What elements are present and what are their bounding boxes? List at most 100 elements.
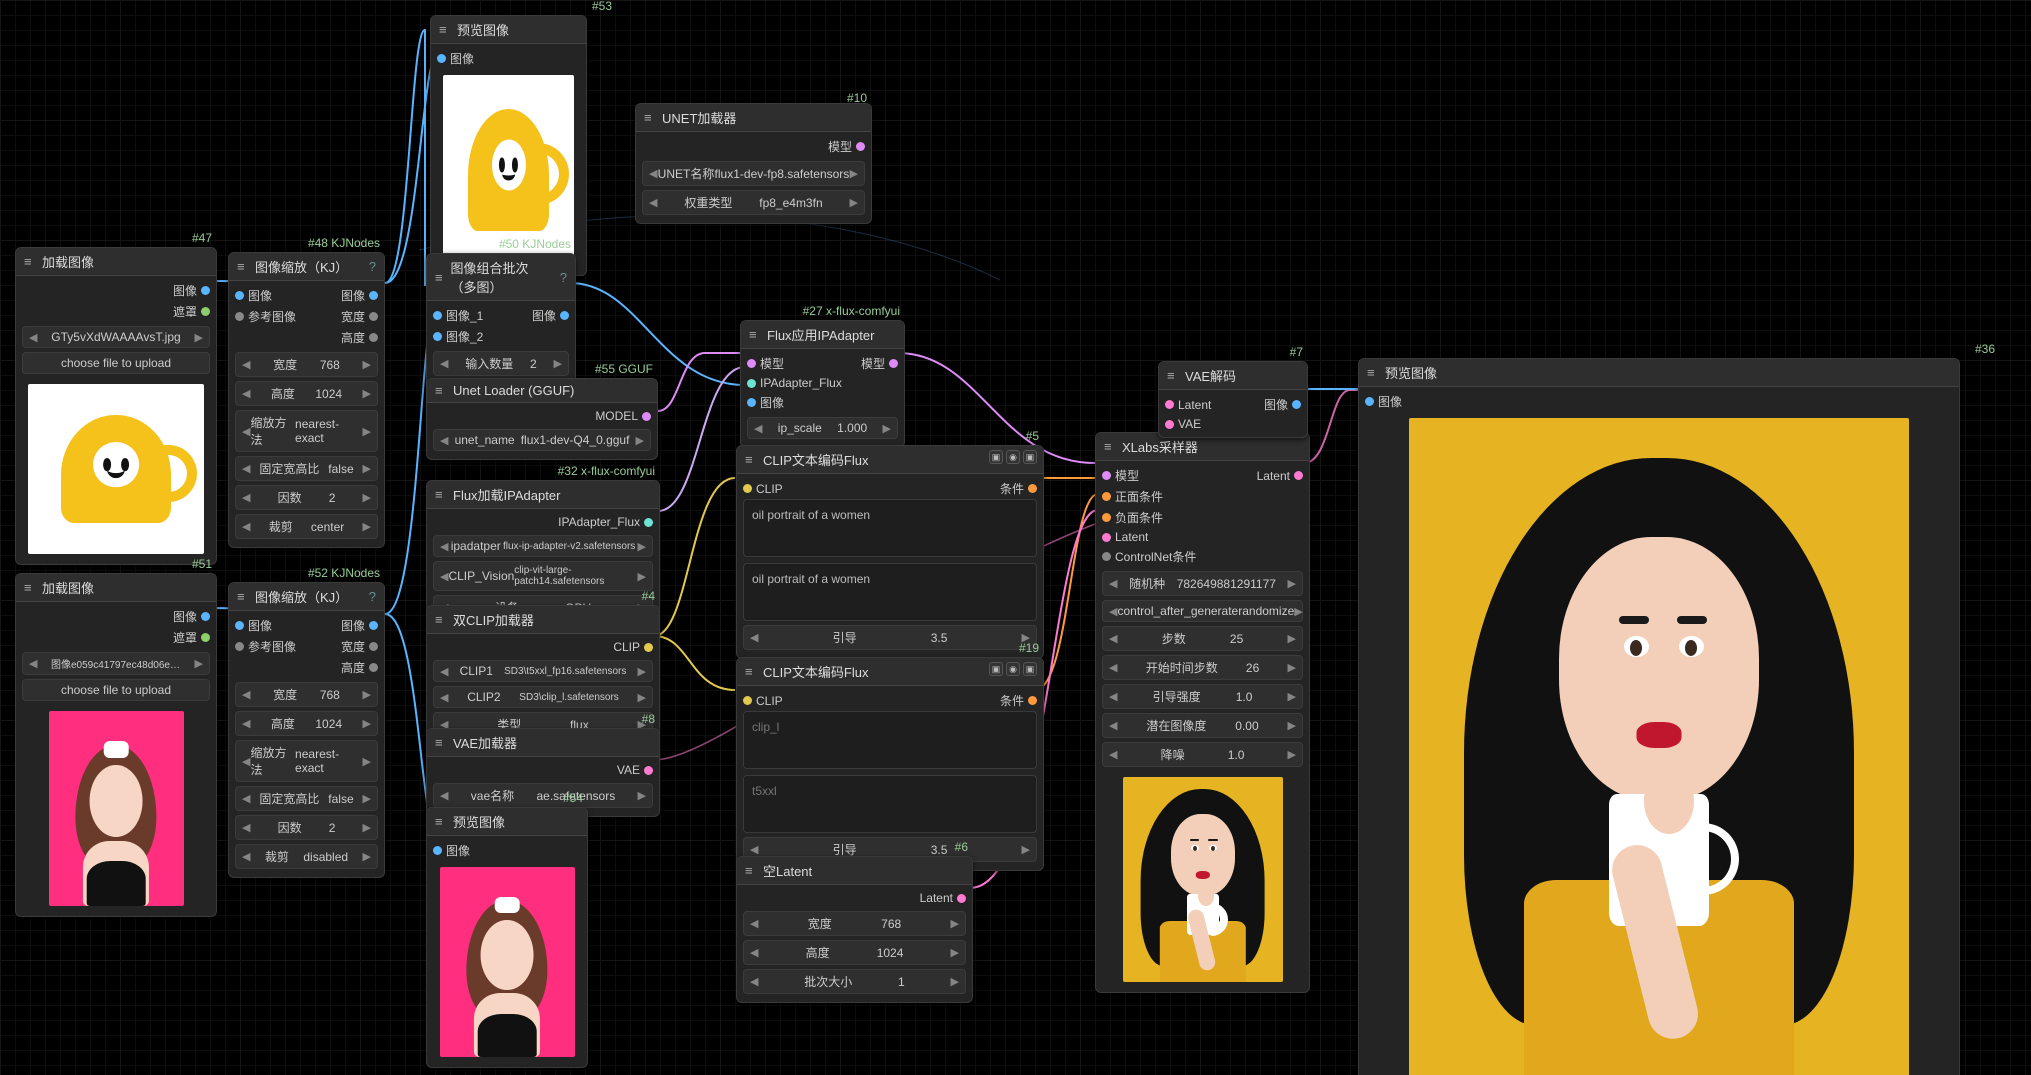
- help-icon[interactable]: ?: [369, 259, 376, 274]
- clip2-widget[interactable]: ◀CLIP2SD3\clip_l.safetensors▶: [433, 686, 653, 708]
- node-clip-text-encode-flux-pos[interactable]: #5 ≡CLIP文本编码Flux ▣◉▣ CLIP条件 oil portrait…: [736, 445, 1044, 659]
- prompt-clip-l[interactable]: clip_l: [743, 711, 1037, 769]
- guidance-strength-widget[interactable]: ◀引导强度1.0▶: [1102, 684, 1303, 709]
- port-latent-out[interactable]: [1294, 471, 1303, 480]
- bypass-icon[interactable]: ◉: [1006, 450, 1020, 464]
- port-negative-in[interactable]: [1102, 513, 1111, 522]
- port-w-out[interactable]: [369, 312, 378, 321]
- port-model-out[interactable]: [889, 359, 898, 368]
- control-after-generate-widget[interactable]: ◀control_after_generaterandomize▶: [1102, 600, 1303, 622]
- chevron-right-icon[interactable]: ▶: [195, 331, 203, 344]
- port-cond-out[interactable]: [1028, 484, 1037, 493]
- port-mask[interactable]: [201, 633, 210, 642]
- node-vae-decode[interactable]: #7 ≡VAE解码 Latent图像 VAE: [1158, 361, 1308, 438]
- mute-icon[interactable]: ▣: [989, 450, 1003, 464]
- crop-widget[interactable]: ◀裁剪disabled▶: [235, 844, 378, 869]
- help-icon[interactable]: ?: [560, 270, 567, 285]
- port-latent-in[interactable]: [1165, 400, 1174, 409]
- port-image-out[interactable]: [369, 291, 378, 300]
- seed-widget[interactable]: ◀随机种782649881291177▶: [1102, 571, 1303, 596]
- port-clip-in[interactable]: [743, 484, 752, 493]
- pin-icon[interactable]: ▣: [1023, 662, 1037, 676]
- port-model-in[interactable]: [747, 359, 756, 368]
- port-image-out[interactable]: [369, 621, 378, 630]
- node-load-image-1[interactable]: #47 ≡加载图像 图像 遮罩 ◀GTy5vXdWAAAAvsT.jpg▶ ch…: [15, 247, 217, 565]
- port-h-out[interactable]: [369, 663, 378, 672]
- start-step-widget[interactable]: ◀开始时间步数26▶: [1102, 655, 1303, 680]
- port-w-out[interactable]: [369, 642, 378, 651]
- width-widget[interactable]: ◀宽度768▶: [743, 911, 966, 936]
- port-vae-in[interactable]: [1165, 420, 1174, 429]
- port-ref-in[interactable]: [235, 642, 244, 651]
- port-image-out[interactable]: [560, 311, 569, 320]
- unet-name-widget[interactable]: ◀UNET名称flux1-dev-fp8.safetensors▶: [642, 161, 865, 186]
- ip-scale-widget[interactable]: ◀ip_scale1.000▶: [747, 417, 898, 439]
- port-latent-out[interactable]: [957, 894, 966, 903]
- height-widget[interactable]: ◀高度1024▶: [235, 711, 378, 736]
- port-latent-in[interactable]: [1102, 533, 1111, 542]
- pin-icon[interactable]: ▣: [1023, 450, 1037, 464]
- port-image-in[interactable]: [437, 54, 446, 63]
- vae-name-widget[interactable]: ◀vae名称ae.safetensors▶: [433, 783, 653, 808]
- prompt-t5[interactable]: t5xxl: [743, 775, 1037, 833]
- node-empty-latent[interactable]: #6 ≡空Latent Latent ◀宽度768▶ ◀高度1024▶ ◀批次大…: [736, 856, 973, 1003]
- port-image1-in[interactable]: [433, 311, 442, 320]
- choose-file-button[interactable]: choose file to upload: [22, 352, 210, 374]
- clip-vision-widget[interactable]: ◀CLIP_Visionclip-vit-large-patch14.safet…: [433, 561, 653, 591]
- steps-widget[interactable]: ◀步数25▶: [1102, 626, 1303, 651]
- node-load-image-2[interactable]: #51 ≡加载图像 图像 遮罩 ◀图像e059c41797ec48d06ede2…: [15, 573, 217, 917]
- port-controlnet-in[interactable]: [1102, 552, 1111, 561]
- help-icon[interactable]: ?: [369, 589, 376, 604]
- keep-ratio-widget[interactable]: ◀固定宽高比false▶: [235, 786, 378, 811]
- port-image[interactable]: [201, 286, 210, 295]
- divisor-widget[interactable]: ◀因数2▶: [235, 815, 378, 840]
- prompt-t5[interactable]: oil portrait of a women: [743, 563, 1037, 621]
- divisor-widget[interactable]: ◀因数2▶: [235, 485, 378, 510]
- port-image2-in[interactable]: [433, 332, 442, 341]
- guidance-widget[interactable]: ◀引导3.5▶: [743, 625, 1037, 650]
- chevron-left-icon[interactable]: ◀: [29, 331, 37, 344]
- port-positive-in[interactable]: [1102, 492, 1111, 501]
- node-unet-loader[interactable]: #10 ≡UNET加载器 模型 ◀UNET名称flux1-dev-fp8.saf…: [635, 103, 872, 224]
- port-ref-in[interactable]: [235, 312, 244, 321]
- choose-file-button[interactable]: choose file to upload: [22, 679, 210, 701]
- denoise-widget[interactable]: ◀降噪1.0▶: [1102, 742, 1303, 767]
- port-h-out[interactable]: [369, 333, 378, 342]
- file-picker[interactable]: ◀图像e059c41797ec48d06ede2be9dda6.jpg▶: [22, 652, 210, 675]
- node-vae-loader[interactable]: #8 ≡VAE加载器 VAE ◀vae名称ae.safetensors▶: [426, 728, 660, 817]
- port-image-in[interactable]: [433, 846, 442, 855]
- clip1-widget[interactable]: ◀CLIP1SD3\t5xxl_fp16.safetensors▶: [433, 660, 653, 682]
- mute-icon[interactable]: ▣: [989, 662, 1003, 676]
- width-widget[interactable]: ◀宽度768▶: [235, 352, 378, 377]
- node-preview-image-final[interactable]: #36 ≡预览图像 图像: [1358, 358, 1960, 1075]
- input-count-widget[interactable]: ◀输入数量2▶: [433, 351, 569, 376]
- port-mask[interactable]: [201, 307, 210, 316]
- file-picker[interactable]: ◀GTy5vXdWAAAAvsT.jpg▶: [22, 326, 210, 348]
- node-image-resize-2[interactable]: #52 KJNodes ≡图像缩放（KJ）? 图像图像 参考图像宽度 高度 ◀宽…: [228, 582, 385, 878]
- node-xlabs-sampler[interactable]: ≡XLabs采样器 模型Latent 正面条件 负面条件 Latent Cont…: [1095, 432, 1310, 993]
- height-widget[interactable]: ◀高度1024▶: [235, 381, 378, 406]
- keep-ratio-widget[interactable]: ◀固定宽高比false▶: [235, 456, 378, 481]
- port-image-out[interactable]: [1292, 400, 1301, 409]
- gguf-name-widget[interactable]: ◀unet_nameflux1-dev-Q4_0.gguf▶: [433, 429, 651, 451]
- port-cond-out[interactable]: [1028, 696, 1037, 705]
- chevron-right-icon[interactable]: ▶: [195, 657, 203, 670]
- node-unet-loader-gguf[interactable]: #55 GGUF ≡Unet Loader (GGUF) MODEL ◀unet…: [426, 378, 658, 460]
- port-vae-out[interactable]: [644, 766, 653, 775]
- height-widget[interactable]: ◀高度1024▶: [743, 940, 966, 965]
- prompt-clip-l[interactable]: oil portrait of a women: [743, 499, 1037, 557]
- width-widget[interactable]: ◀宽度768▶: [235, 682, 378, 707]
- node-image-resize-1[interactable]: #48 KJNodes ≡图像缩放（KJ）? 图像图像 参考图像宽度 高度 ◀宽…: [228, 252, 385, 548]
- port-image-in[interactable]: [1365, 397, 1374, 406]
- weight-dtype-widget[interactable]: ◀权重类型fp8_e4m3fn▶: [642, 190, 865, 215]
- node-graph-canvas[interactable]: #47 ≡加载图像 图像 遮罩 ◀GTy5vXdWAAAAvsT.jpg▶ ch…: [0, 0, 2031, 1075]
- chevron-left-icon[interactable]: ◀: [29, 657, 37, 670]
- port-clip-in[interactable]: [743, 696, 752, 705]
- node-dual-clip-loader[interactable]: #4 ≡双CLIP加载器 CLIP ◀CLIP1SD3\t5xxl_fp16.s…: [426, 605, 660, 746]
- port-image-in[interactable]: [235, 621, 244, 630]
- port-image-in[interactable]: [235, 291, 244, 300]
- port-model-out[interactable]: [642, 412, 651, 421]
- port-clip-out[interactable]: [644, 643, 653, 652]
- node-preview-image-2[interactable]: #54 ≡预览图像 图像: [426, 807, 588, 1068]
- batch-widget[interactable]: ◀批次大小1▶: [743, 969, 966, 994]
